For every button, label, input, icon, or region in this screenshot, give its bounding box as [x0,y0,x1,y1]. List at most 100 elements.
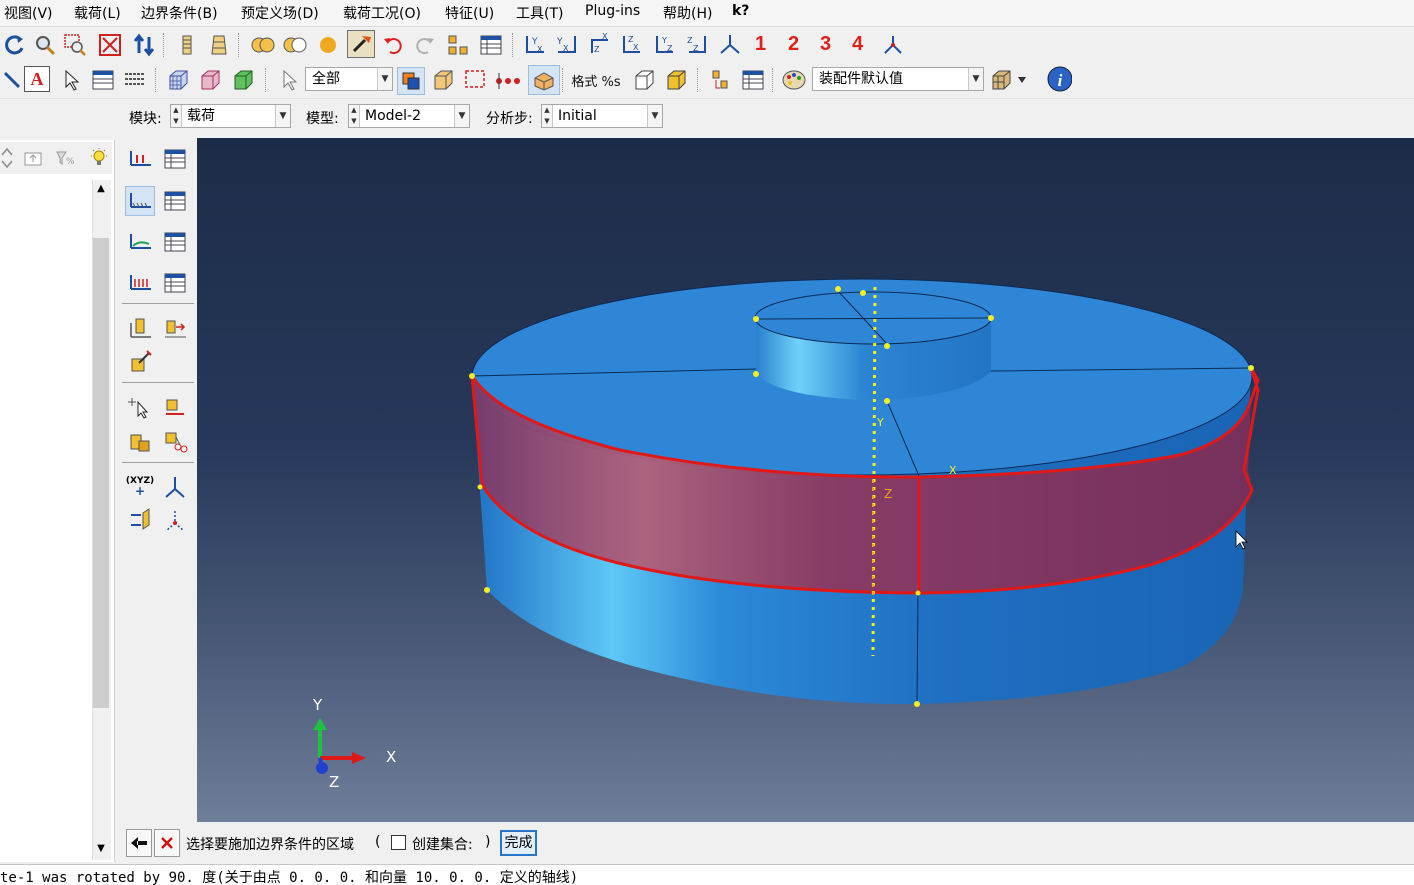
select-queries-icon[interactable] [125,392,155,422]
scroll-down-icon[interactable]: ▼ [94,843,108,859]
arrow-tool-icon[interactable] [0,67,26,93]
pointer-icon[interactable] [58,67,84,93]
annotation-manager-icon[interactable] [90,67,116,93]
select-from-viewport-icon[interactable] [528,65,560,95]
color-palette-icon[interactable] [781,67,807,93]
create-set-icon[interactable] [125,427,155,457]
stack-icon[interactable] [206,32,232,58]
list-icon[interactable] [122,67,148,93]
select-inside-icon[interactable] [397,67,425,95]
zoom-icon[interactable] [32,32,58,58]
mesh-layers-icon[interactable] [174,32,200,58]
datum-csys-icon[interactable] [160,505,190,535]
datum-point-icon[interactable]: (XYZ) + [125,471,155,501]
message-area: te-1 was rotated by 90. 度(关于由点 0. 0. 0. … [0,864,1414,885]
part-model-canvas[interactable]: Y X Z Y X Z [197,138,1414,822]
render-style-icon[interactable]: 格式 %s [568,67,624,93]
model-select[interactable]: ▲ ▼ Model-2 ▼ [348,104,470,128]
assembly-table-icon[interactable] [740,67,766,93]
menu-help[interactable]: 帮助(H) [663,3,712,23]
bc-manager-icon[interactable] [160,186,190,216]
assembly-icon[interactable] [445,32,471,58]
chevron-down-icon[interactable] [1015,67,1029,93]
view-left-icon[interactable]: YZ [652,32,678,58]
prescribed-manager-icon[interactable] [160,313,190,343]
tree-filter-icon[interactable]: % [52,145,78,171]
color-cube-icon[interactable] [988,67,1014,93]
text-annotation-icon[interactable]: A [24,66,50,92]
solid-cube-icon[interactable] [663,67,689,93]
box-select-icon[interactable] [462,67,488,93]
cycle-view-icon[interactable] [131,32,157,58]
load-case-manager-icon[interactable] [160,268,190,298]
edit-attribute-icon[interactable] [125,347,155,377]
datum-axis-icon[interactable] [160,471,190,501]
replace-part-icon[interactable] [707,67,733,93]
menu-view[interactable]: 视图(V) [4,3,53,23]
datum-plane-icon[interactable] [125,505,155,535]
view-triad: Y X Z [312,696,396,791]
view-2-button[interactable]: 2 [788,33,799,56]
query-icon[interactable] [347,30,375,58]
wire-cube-icon[interactable] [631,67,657,93]
lightbulb-icon[interactable] [86,145,112,171]
tree-updown-icon[interactable] [0,145,14,171]
info-icon[interactable]: i [1046,66,1072,92]
create-load-case-icon[interactable] [125,268,155,298]
back-arrow-button[interactable] [126,829,152,857]
menu-loadcase[interactable]: 载荷工况(O) [343,3,421,23]
view-right-icon[interactable]: ZZ [684,32,710,58]
view-iso-icon[interactable] [717,32,743,58]
view-top-icon[interactable]: ZX [587,32,613,58]
menu-tools[interactable]: 工具(T) [516,3,563,23]
menu-bc[interactable]: 边界条件(B) [141,3,218,23]
tree-scrollbar-thumb[interactable] [93,238,109,708]
view-1-button[interactable]: 1 [755,33,766,56]
sphere-icon[interactable] [315,32,341,58]
box-zoom-icon[interactable] [62,32,88,58]
toolbar-row-2: A 全部 ▼ 格式 %s 装配件默认值 ▼ i [0,63,1414,97]
menu-plugins[interactable]: Plug-ins [585,3,640,19]
menu-load[interactable]: 载荷(L) [74,3,121,23]
load-manager-icon[interactable] [160,144,190,174]
menu-predefined[interactable]: 预定义场(D) [241,3,319,23]
context-help-menu[interactable]: k? [732,3,749,19]
cancel-button[interactable] [154,829,180,857]
create-prescribed-condition-icon[interactable] [125,313,155,343]
create-surface-icon[interactable] [160,392,190,422]
table-icon[interactable] [478,32,504,58]
color-code-select[interactable]: 装配件默认值 ▼ [812,67,984,91]
undo-icon[interactable] [380,32,406,58]
step-select[interactable]: ▲ ▼ Initial ▼ [541,104,663,128]
done-button[interactable]: 完成 [500,830,537,856]
create-load-icon[interactable] [125,144,155,174]
nodes-select-icon[interactable] [494,67,520,93]
scroll-up-icon[interactable]: ▲ [94,183,108,199]
wireframe-icon[interactable] [165,67,191,93]
view-back-icon[interactable]: YX [554,32,580,58]
triad-view-icon[interactable] [880,32,906,58]
select-cursor-icon[interactable] [276,67,302,93]
boolean-cut-icon[interactable] [282,32,308,58]
hidden-line-icon[interactable] [197,67,223,93]
auto-fit-icon[interactable] [97,32,123,58]
view-bottom-icon[interactable]: ZX [619,32,645,58]
create-predefined-field-icon[interactable] [125,227,155,257]
view-3-button[interactable]: 3 [820,33,831,56]
graphics-viewport[interactable]: Y X Z Y X Z [197,138,1414,822]
select-faces-icon[interactable] [430,67,456,93]
tree-up-icon[interactable] [20,145,46,171]
field-manager-icon[interactable] [160,227,190,257]
redo-icon[interactable] [412,32,438,58]
selection-filter-select[interactable]: 全部 ▼ [305,67,393,91]
rotate-icon[interactable] [2,32,28,58]
menu-feature[interactable]: 特征(U) [445,3,494,23]
create-bc-icon[interactable] [125,186,155,216]
partition-cut-icon[interactable] [160,427,190,457]
view-front-icon[interactable]: YX [522,32,548,58]
shaded-icon[interactable] [230,67,256,93]
boolean-union-icon[interactable] [250,32,276,58]
module-select[interactable]: ▲ ▼ 载荷 ▼ [170,104,291,128]
view-4-button[interactable]: 4 [852,33,863,56]
create-set-checkbox[interactable] [391,835,406,850]
